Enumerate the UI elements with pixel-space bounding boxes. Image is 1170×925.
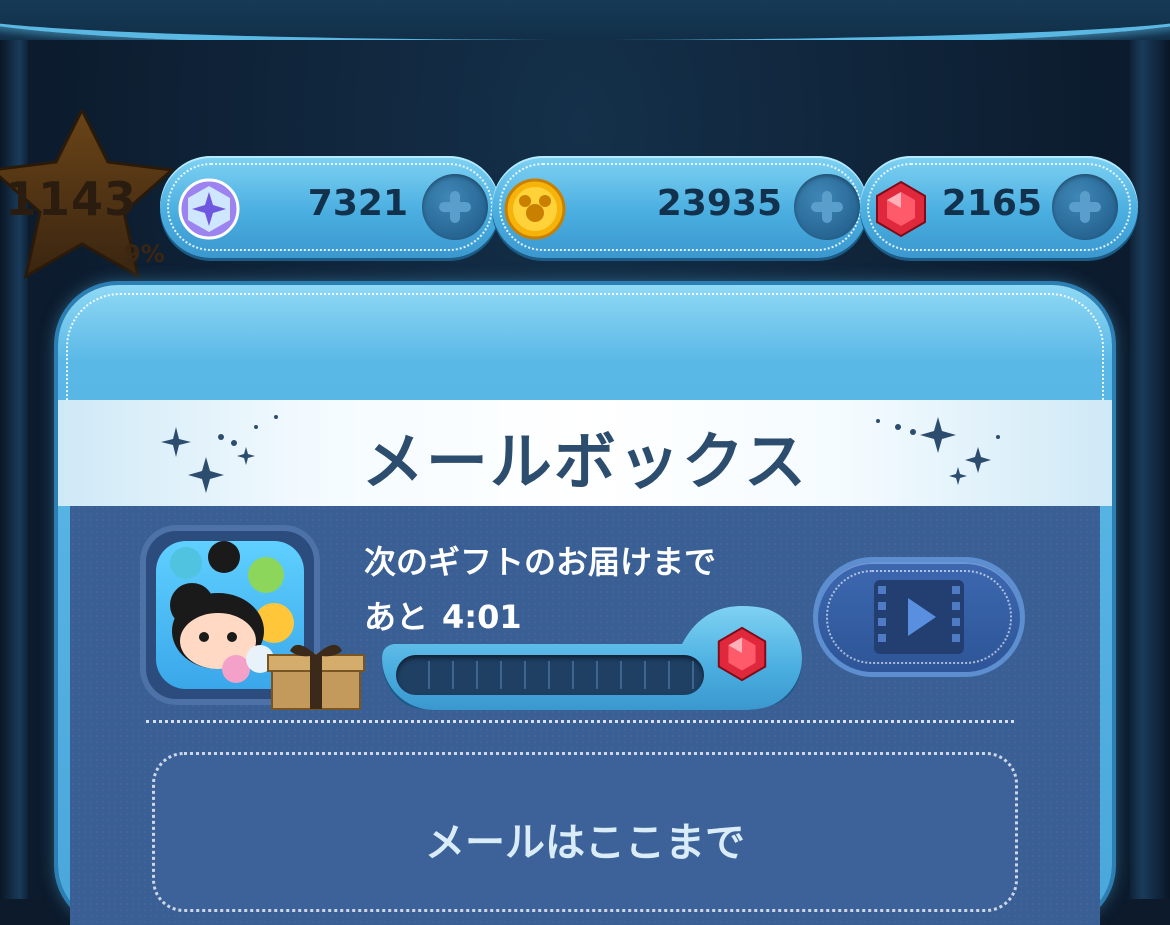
- mailbox-title: メールボックス: [361, 425, 809, 498]
- ruby-value: 2165: [941, 183, 1042, 224]
- gift-app-icon-frame: [140, 525, 365, 710]
- add-coins-button[interactable]: [794, 174, 860, 240]
- remaining-prefix: あと: [364, 598, 429, 636]
- ruby-icon: [876, 180, 926, 238]
- ruby-icon: [717, 626, 767, 682]
- player-level: 1143: [5, 172, 138, 226]
- add-rubies-button[interactable]: [1052, 174, 1118, 240]
- add-star-medal-button[interactable]: [422, 174, 488, 240]
- ruby-counter: 2165: [860, 156, 1138, 258]
- star-medal-icon: [178, 178, 240, 240]
- watch-video-button[interactable]: [818, 562, 1020, 672]
- star-medal-value: 7321: [307, 183, 408, 224]
- coin-value: 23935: [656, 183, 782, 224]
- divider: [146, 720, 1014, 723]
- gift-countdown: あと 4:01: [364, 592, 522, 638]
- gift-box-icon: [267, 644, 365, 710]
- gift-progress-bar: [396, 655, 704, 695]
- mail-list-end-box: メールはここまで: [152, 752, 1018, 912]
- end-of-mail-message: メールはここまで: [425, 820, 745, 866]
- remaining-time: 4:01: [442, 598, 522, 636]
- right-frame-rail: [1130, 40, 1170, 899]
- film-play-icon: [874, 580, 964, 654]
- coin-counter: 23935: [492, 156, 868, 258]
- next-gift-label: 次のギフトのお届けまで: [364, 543, 717, 581]
- star-medal-counter: 7321: [160, 156, 500, 258]
- level-progress: 9%: [124, 240, 165, 268]
- coin-icon: [504, 178, 566, 240]
